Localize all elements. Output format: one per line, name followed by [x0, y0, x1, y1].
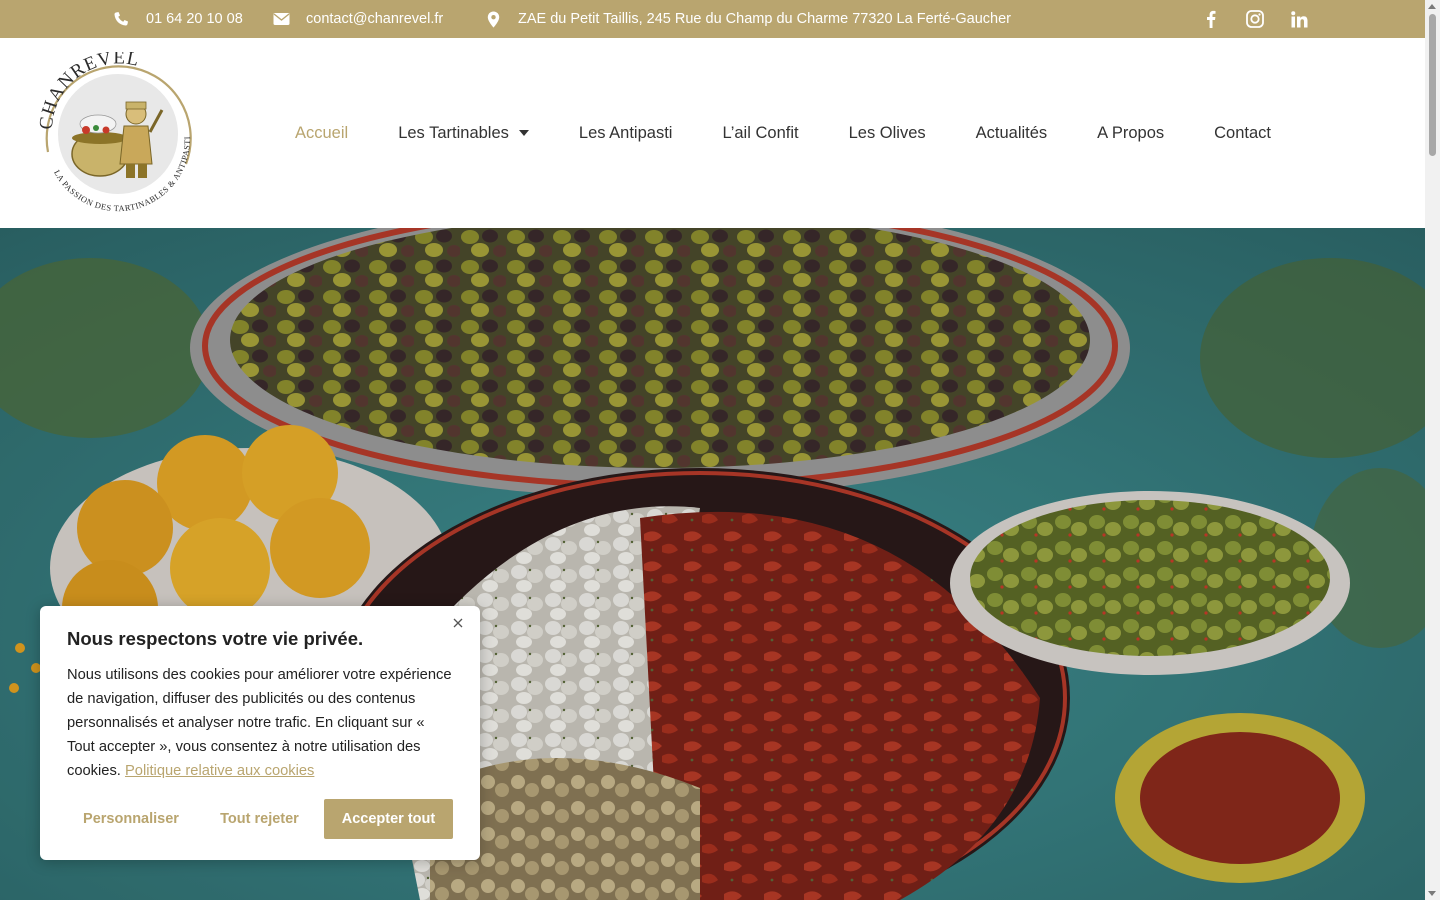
- map-marker-icon: [484, 10, 502, 28]
- site-header: CHANREVEL LA PASSION DES TARTINABLES & A…: [0, 38, 1425, 228]
- customize-button[interactable]: Personnaliser: [67, 799, 195, 839]
- nav-label: L’ail Confit: [722, 123, 799, 142]
- caret-down-icon: [518, 130, 529, 136]
- nav-label: Les Olives: [848, 123, 926, 142]
- nav-item-olives[interactable]: Les Olives: [824, 124, 951, 143]
- top-info-bar: 01 64 20 10 08 contact@chanrevel.fr ZAE …: [0, 0, 1425, 38]
- street-address[interactable]: ZAE du Petit Taillis, 245 Rue du Champ d…: [518, 11, 1011, 27]
- email-info[interactable]: contact@chanrevel.fr: [272, 10, 443, 28]
- nav-item-ail-confit[interactable]: L’ail Confit: [697, 124, 823, 143]
- page-scrollbar[interactable]: [1425, 0, 1440, 900]
- scroll-down-icon[interactable]: [1428, 891, 1436, 896]
- linkedin-icon[interactable]: [1288, 9, 1310, 29]
- close-icon[interactable]: [450, 616, 466, 632]
- social-links: [1200, 9, 1310, 29]
- nav-item-a-propos[interactable]: A Propos: [1072, 124, 1189, 143]
- phone-info[interactable]: 01 64 20 10 08: [112, 10, 243, 28]
- envelope-icon: [272, 10, 290, 28]
- nav-label: Les Tartinables: [398, 123, 509, 142]
- nav-item-actualites[interactable]: Actualités: [951, 124, 1073, 143]
- cookie-policy-link[interactable]: Politique relative aux cookies: [125, 763, 314, 779]
- nav-label: Les Antipasti: [578, 123, 673, 142]
- chanrevel-logo[interactable]: CHANREVEL LA PASSION DES TARTINABLES & A…: [36, 47, 200, 214]
- scroll-up-icon[interactable]: [1428, 4, 1436, 9]
- nav-item-contact[interactable]: Contact: [1189, 124, 1296, 143]
- cookie-title: Nous respectons votre vie privée.: [67, 628, 364, 649]
- nav-label: Accueil: [295, 123, 349, 142]
- facebook-icon[interactable]: [1200, 9, 1222, 29]
- nav-label: Contact: [1214, 123, 1272, 142]
- address-info[interactable]: ZAE du Petit Taillis, 245 Rue du Champ d…: [484, 10, 1011, 28]
- email-address[interactable]: contact@chanrevel.fr: [306, 11, 443, 27]
- accept-all-button[interactable]: Accepter tout: [324, 799, 453, 839]
- nav-label: A Propos: [1097, 123, 1165, 142]
- phone-icon: [112, 10, 130, 28]
- nav-item-antipasti[interactable]: Les Antipasti: [554, 124, 698, 143]
- cookie-buttons: Personnaliser Tout rejeter Accepter tout: [67, 799, 453, 839]
- instagram-icon[interactable]: [1244, 9, 1266, 29]
- cookie-body: Nous utilisons des cookies pour améliore…: [67, 663, 453, 783]
- nav-item-accueil[interactable]: Accueil: [270, 124, 373, 143]
- nav-item-tartinables[interactable]: Les Tartinables: [373, 124, 554, 143]
- main-nav: Accueil Les Tartinables Les Antipasti L’…: [270, 38, 1296, 228]
- reject-all-button[interactable]: Tout rejeter: [195, 799, 324, 839]
- scroll-thumb[interactable]: [1429, 14, 1436, 156]
- cookie-consent-dialog: Nous respectons votre vie privée. Nous u…: [40, 606, 480, 860]
- phone-number[interactable]: 01 64 20 10 08: [146, 11, 243, 27]
- nav-label: Actualités: [975, 123, 1048, 142]
